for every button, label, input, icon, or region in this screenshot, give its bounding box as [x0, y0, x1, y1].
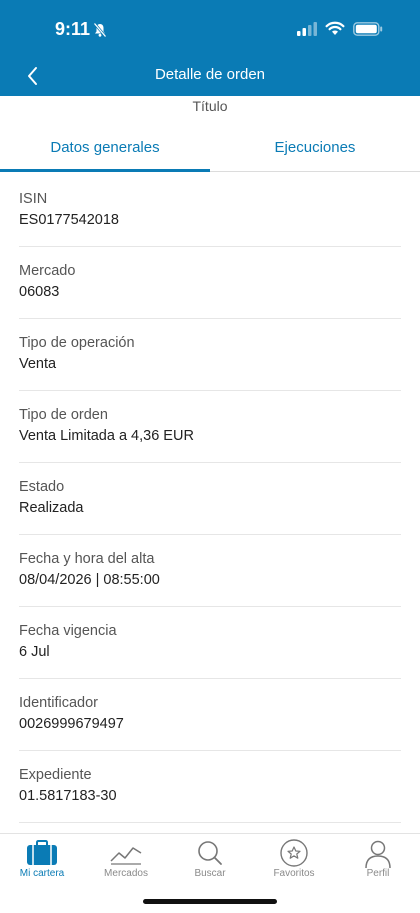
field-value: ES0177542018 [19, 212, 119, 228]
tabbar-label: Favoritos [273, 868, 315, 879]
tabbar-label: Buscar [194, 868, 226, 879]
field-value: 6 Jul [19, 644, 50, 660]
status-time: 9:11 [55, 19, 91, 39]
field-value: 0026999679497 [19, 716, 124, 732]
tab-bar: Datos generales Ejecuciones [0, 124, 420, 172]
order-details-list: ISIN ES0177542018 Mercado 06083 Tipo de … [0, 175, 420, 823]
bell-off-icon [93, 22, 107, 38]
briefcase-icon [27, 840, 57, 865]
field-label: Tipo de orden [19, 407, 108, 423]
tabbar-label: Mercados [104, 868, 148, 879]
star-icon [280, 839, 308, 867]
field-label: Estado [19, 479, 65, 495]
search-icon [198, 841, 222, 865]
cellular-signal-icon [297, 22, 317, 36]
chart-line-icon [110, 847, 142, 865]
tabbar-perfil[interactable]: Perfil [336, 834, 420, 890]
tabbar-favoritos[interactable]: Favoritos [252, 834, 336, 890]
field-estado: Estado Realizada [19, 463, 401, 535]
field-identificador: Identificador 0026999679497 [19, 679, 401, 751]
field-label: Expediente [19, 767, 92, 783]
nav-bar: Detalle de orden [0, 56, 420, 96]
order-subtitle: Título [192, 98, 228, 114]
field-tipo-operacion: Tipo de operación Venta [19, 319, 401, 391]
tabbar-label: Mi cartera [19, 868, 65, 879]
field-label: Fecha y hora del alta [19, 551, 155, 567]
tab-datos-generales[interactable]: Datos generales [0, 124, 210, 172]
battery-icon [353, 22, 383, 36]
field-fecha-vigencia: Fecha vigencia 6 Jul [19, 607, 401, 679]
home-indicator [143, 899, 277, 904]
user-icon [365, 840, 391, 869]
tabbar-buscar[interactable]: Buscar [168, 834, 252, 890]
field-label: Identificador [19, 695, 98, 711]
tabbar-label: Perfil [366, 868, 390, 879]
field-label: Mercado [19, 263, 76, 279]
field-mercado: Mercado 06083 [19, 247, 401, 319]
field-value: Realizada [19, 500, 84, 516]
field-label: Fecha vigencia [19, 623, 117, 639]
bottom-tab-bar: Mi cartera Mercados Buscar Favoritos Per… [0, 833, 420, 913]
field-value: 06083 [19, 284, 60, 300]
field-label: ISIN [19, 191, 48, 207]
field-isin: ISIN ES0177542018 [19, 175, 401, 247]
field-expediente: Expediente 01.5817183-30 [19, 751, 401, 823]
status-bar: 9:11 [0, 0, 420, 56]
tabbar-mi-cartera[interactable]: Mi cartera [0, 834, 84, 890]
field-value: 01.5817183-30 [19, 788, 117, 804]
field-value: Venta [19, 356, 57, 372]
field-value: Venta Limitada a 4,36 EUR [19, 428, 194, 444]
page-title: Detalle de orden [154, 66, 266, 83]
active-tab-indicator [0, 169, 210, 172]
field-fecha-alta: Fecha y hora del alta 08/04/2026 | 08:55… [19, 535, 401, 607]
tab-ejecuciones[interactable]: Ejecuciones [210, 124, 420, 172]
wifi-icon [325, 21, 345, 35]
tabbar-mercados[interactable]: Mercados [84, 834, 168, 890]
field-tipo-orden: Tipo de orden Venta Limitada a 4,36 EUR [19, 391, 401, 463]
field-value: 08/04/2026 | 08:55:00 [19, 572, 160, 588]
field-label: Tipo de operación [19, 335, 135, 351]
